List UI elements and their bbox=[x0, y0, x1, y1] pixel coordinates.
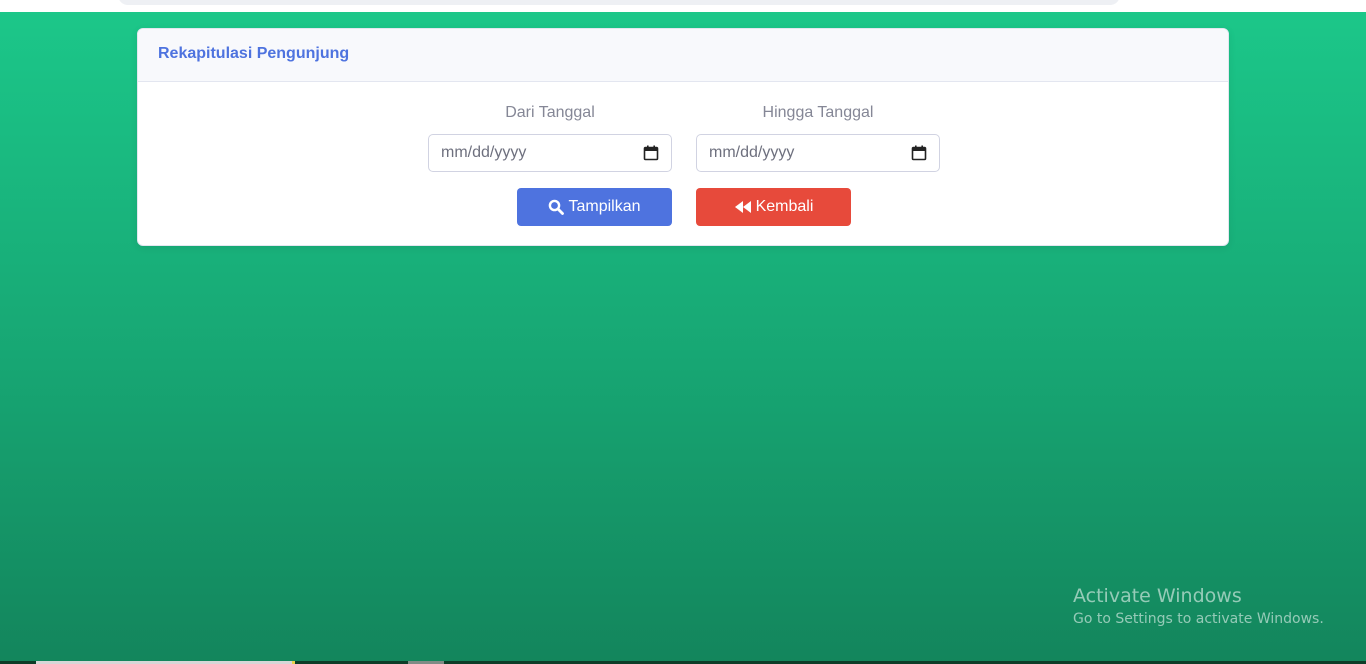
from-date-label: Dari Tanggal bbox=[505, 104, 595, 121]
topbar-search-container bbox=[118, 0, 1120, 5]
calendar-icon[interactable] bbox=[911, 145, 927, 161]
search-icon bbox=[548, 199, 565, 215]
top-navbar-strip bbox=[0, 0, 1366, 12]
calendar-icon[interactable] bbox=[643, 145, 659, 161]
from-date-input[interactable]: mm/dd/yyyy bbox=[428, 134, 672, 172]
card-title: Rekapitulasi Pengunjung bbox=[158, 45, 350, 62]
to-date-label: Hingga Tanggal bbox=[762, 104, 874, 121]
back-button[interactable]: Kembali bbox=[696, 188, 851, 226]
visitor-recap-card: Rekapitulasi Pengunjung Dari Tanggal mm/… bbox=[137, 28, 1229, 246]
from-date-placeholder: mm/dd/yyyy bbox=[441, 144, 527, 161]
back-button-label: Kembali bbox=[755, 198, 814, 215]
show-button-label: Tampilkan bbox=[568, 198, 641, 215]
watermark-subtitle: Go to Settings to activate Windows. bbox=[1073, 611, 1324, 627]
show-button[interactable]: Tampilkan bbox=[517, 188, 672, 226]
to-date-placeholder: mm/dd/yyyy bbox=[709, 144, 795, 161]
windows-activation-watermark: Activate Windows Go to Settings to activ… bbox=[1073, 584, 1324, 630]
to-date-input[interactable]: mm/dd/yyyy bbox=[696, 134, 940, 172]
backward-icon bbox=[734, 200, 752, 214]
watermark-title: Activate Windows bbox=[1073, 585, 1242, 607]
card-header: Rekapitulasi Pengunjung bbox=[138, 29, 1228, 82]
